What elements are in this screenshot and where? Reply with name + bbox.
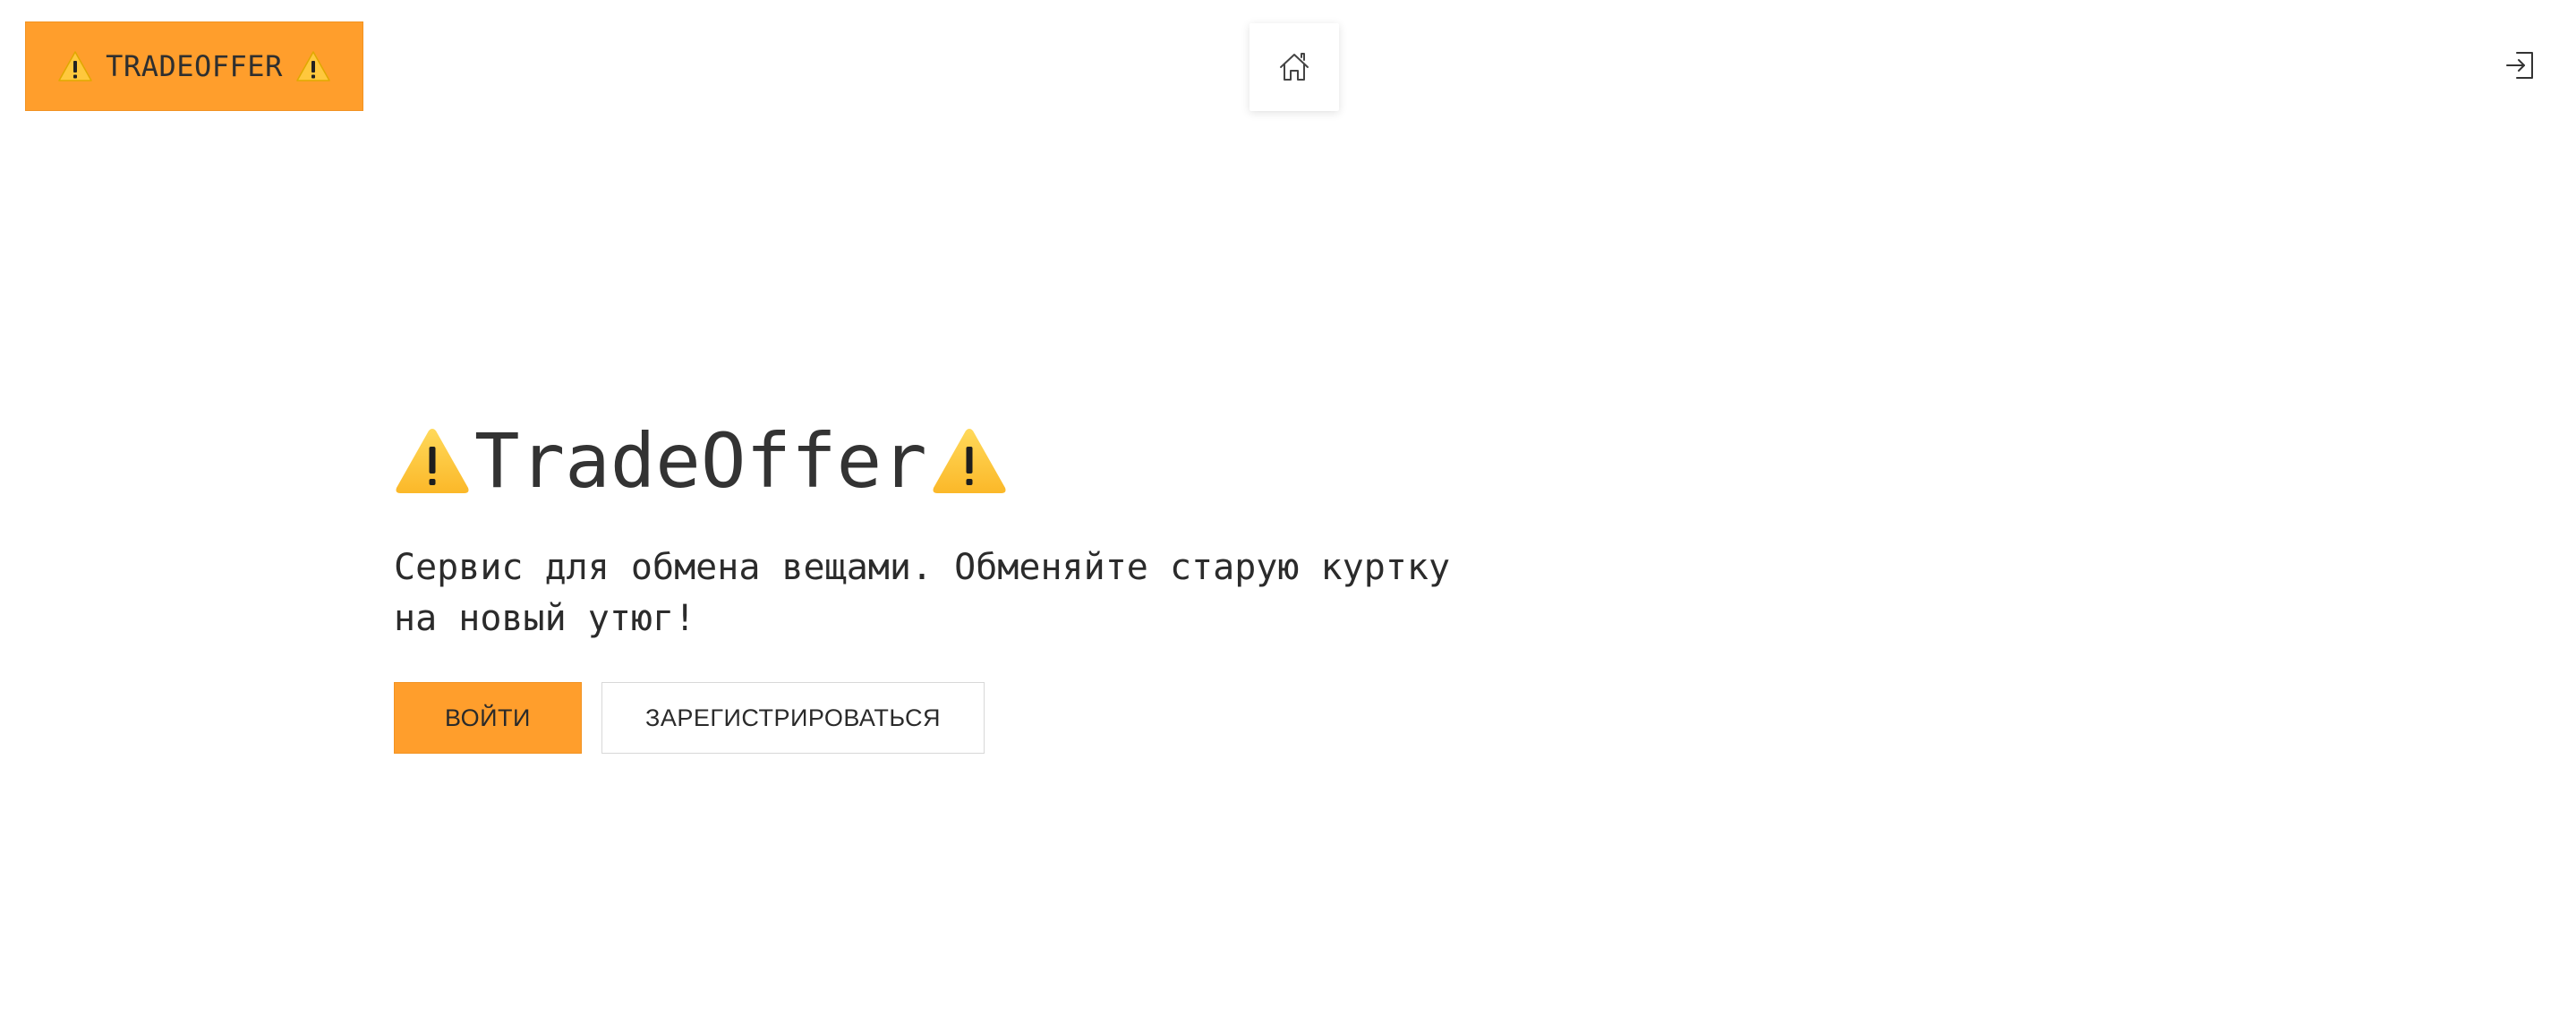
home-icon xyxy=(1276,49,1312,85)
hero-description: Сервис для обмена вещами. Обменяйте стар… xyxy=(394,547,1451,639)
warning-icon xyxy=(931,425,1008,497)
hero-section: TradeOffer Сервис для обмена вещами. Обм… xyxy=(394,412,1557,754)
hero-title-text: TradeOffer xyxy=(474,417,927,505)
login-button[interactable]: ВОЙТИ xyxy=(394,682,582,754)
warning-icon xyxy=(57,50,93,82)
landing-page: TRADEOFFER TradeOffer Сервис для обмена … xyxy=(0,0,2576,1024)
warning-icon xyxy=(394,425,471,497)
brand-label: TRADEOFFER xyxy=(106,49,283,83)
sign-in-button[interactable] xyxy=(2499,45,2540,86)
warning-icon xyxy=(295,50,331,82)
hero-title: TradeOffer xyxy=(394,412,1557,510)
register-button[interactable]: ЗАРЕГИСТРИРОВАТЬСЯ xyxy=(601,682,985,754)
sign-in-icon xyxy=(2504,50,2535,81)
brand-badge[interactable]: TRADEOFFER xyxy=(25,21,363,111)
hero-actions: ВОЙТИ ЗАРЕГИСТРИРОВАТЬСЯ xyxy=(394,682,1557,754)
home-button[interactable] xyxy=(1250,23,1339,111)
